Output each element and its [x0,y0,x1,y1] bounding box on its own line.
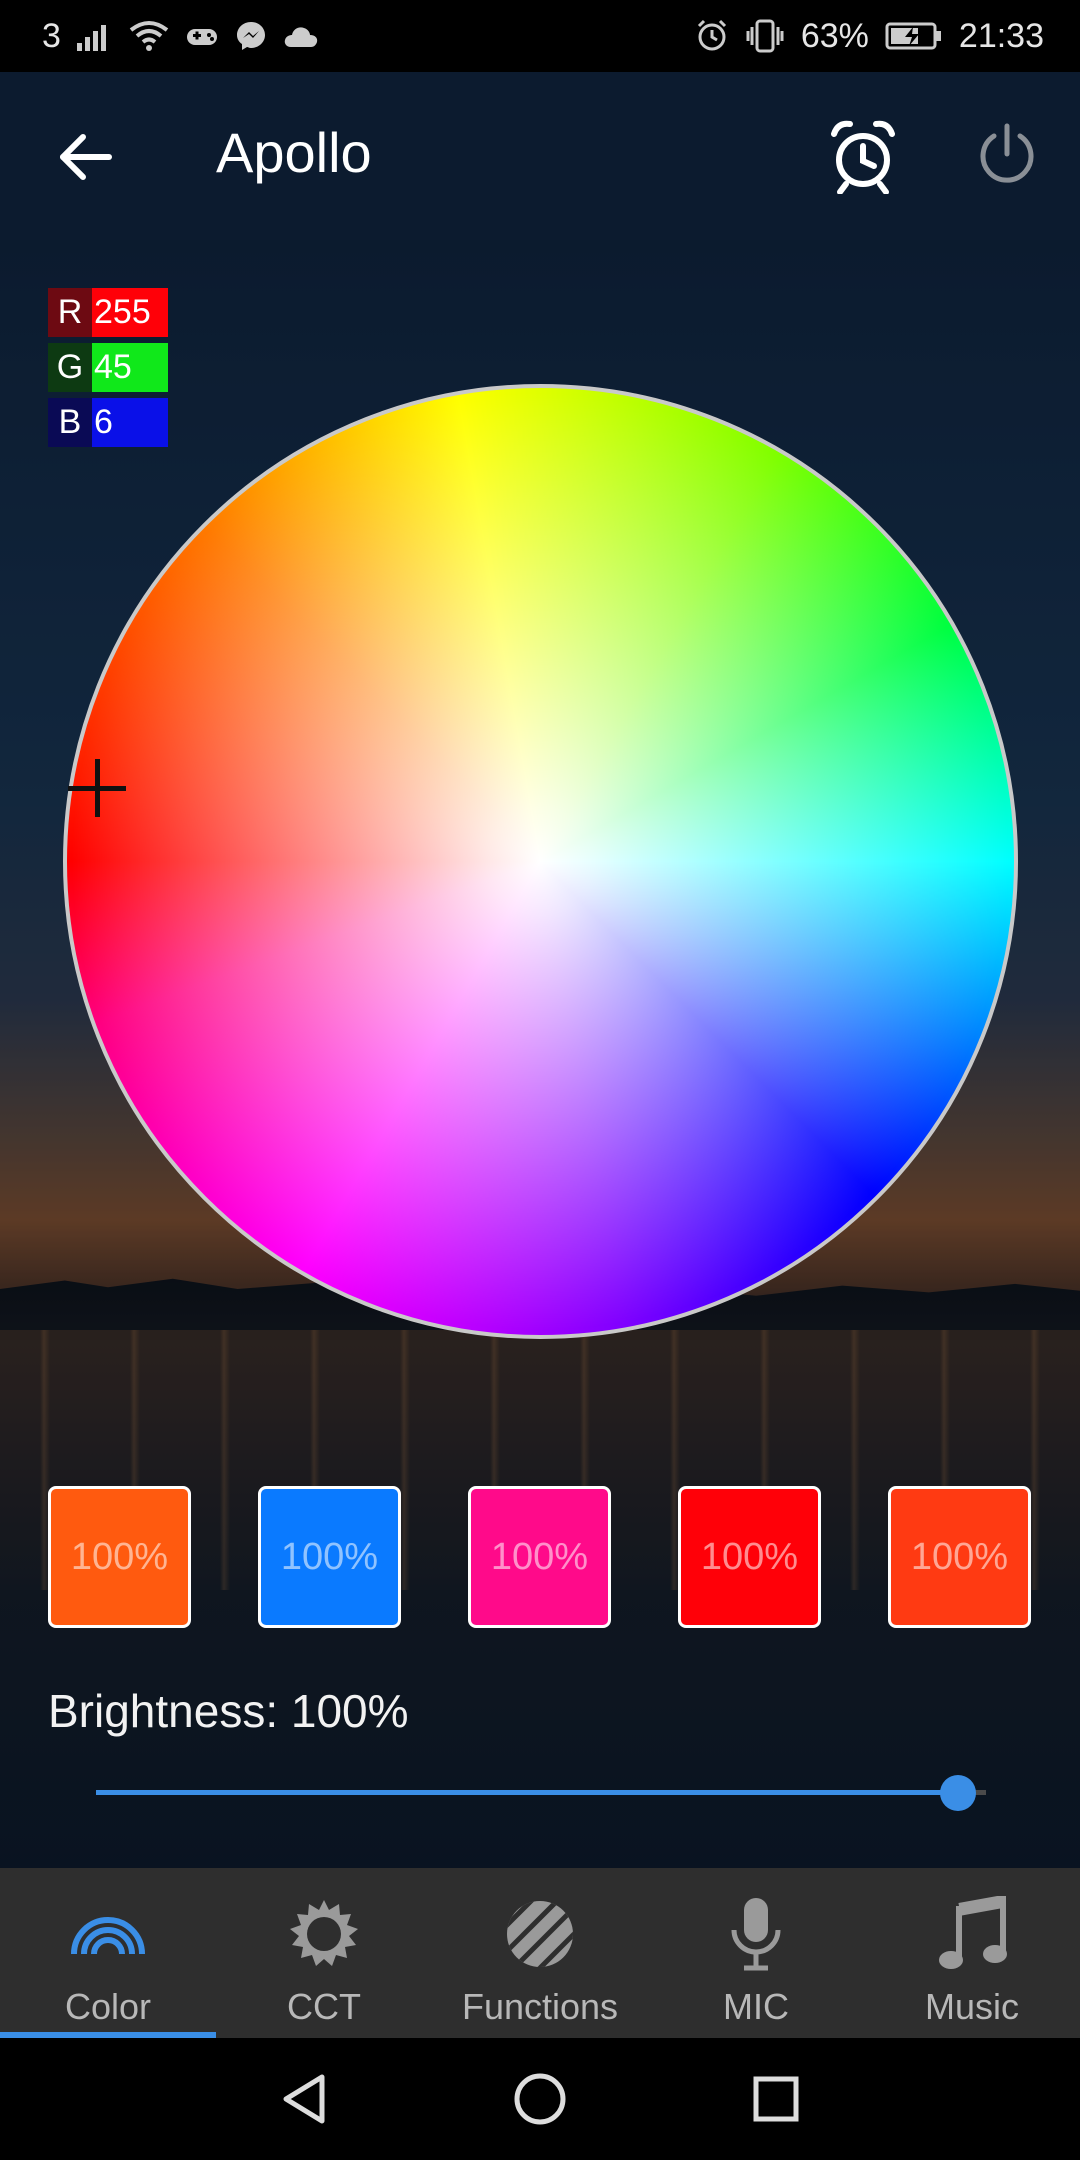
slider-fill [96,1790,958,1795]
game-controller-icon [185,21,219,51]
square-recents-icon [753,2076,799,2122]
battery-percent: 63% [800,16,869,55]
page-title: Apollo [216,121,372,184]
music-note-icon [932,1894,1012,1974]
rainbow-icon [68,1894,148,1974]
tab-label: CCT [287,1986,361,2027]
signal-icon [76,21,113,51]
triangle-back-icon [283,2074,325,2124]
nav-back-button[interactable] [276,2071,332,2127]
clock-time: 21:33 [958,16,1044,55]
tab-music[interactable]: Music [864,1868,1080,2038]
tab-label: Music [924,1986,1019,2027]
back-button[interactable] [50,122,120,192]
bottom-tab-bar: Color CCT Functions MIC Music [0,1868,1080,2038]
color-wheel[interactable] [63,384,1018,1339]
brightness-slider[interactable] [96,1775,986,1815]
brightness-label: Brightness: 100% [48,1685,409,1737]
status-left: 3 [42,17,319,56]
tab-label: MIC [723,1986,789,2027]
preset-swatch-1[interactable]: 100% [48,1486,191,1628]
preset-label: 100% [490,1535,589,1578]
tab-mic[interactable]: MIC [648,1868,864,2038]
red-channel: R 255 [48,288,168,337]
preset-swatch-5[interactable]: 100% [888,1486,1031,1628]
timer-button[interactable] [828,118,898,195]
color-picker-crosshair[interactable] [68,759,126,817]
preset-label: 100% [70,1535,169,1578]
alarm-clock-icon [831,120,895,195]
status-right: 63% 21:33 [695,17,1044,56]
power-icon [980,123,1034,183]
color-wheel-disc[interactable] [63,384,1018,1339]
preset-label: 100% [910,1535,1009,1578]
circle-home-icon [514,2073,566,2125]
messenger-icon [235,20,267,52]
status-bar: 3 63% 21:33 [0,0,1080,72]
carrier-label: 3 [42,16,61,55]
cloud-icon [283,23,319,49]
slider-thumb[interactable] [940,1775,976,1811]
alarm-status-icon [695,19,729,53]
red-value: 255 [92,288,168,337]
red-label: R [48,288,92,337]
tab-cct[interactable]: CCT [216,1868,432,2038]
sun-icon [284,1894,364,1974]
microphone-icon [716,1894,796,1974]
stripes-circle-icon [500,1894,580,1974]
wifi-icon [129,20,169,52]
tab-color[interactable]: Color [0,1868,216,2038]
tab-label: Functions [461,1986,619,2027]
tab-label: Color [64,1986,152,2027]
vibrate-icon [745,19,785,53]
color-presets: 100% 100% 100% 100% 100% [48,1486,1032,1628]
system-nav-bar [0,2038,1080,2160]
nav-recents-button[interactable] [748,2071,804,2127]
app-header: Apollo [0,72,1080,240]
preset-swatch-3[interactable]: 100% [468,1486,611,1628]
preset-swatch-2[interactable]: 100% [258,1486,401,1628]
tab-functions[interactable]: Functions [432,1868,648,2038]
preset-swatch-4[interactable]: 100% [678,1486,821,1628]
power-button[interactable] [972,120,1042,190]
nav-home-button[interactable] [512,2071,568,2127]
back-arrow-icon [60,134,112,180]
battery-charging-icon [885,21,943,51]
preset-label: 100% [700,1535,799,1578]
preset-label: 100% [280,1535,379,1578]
